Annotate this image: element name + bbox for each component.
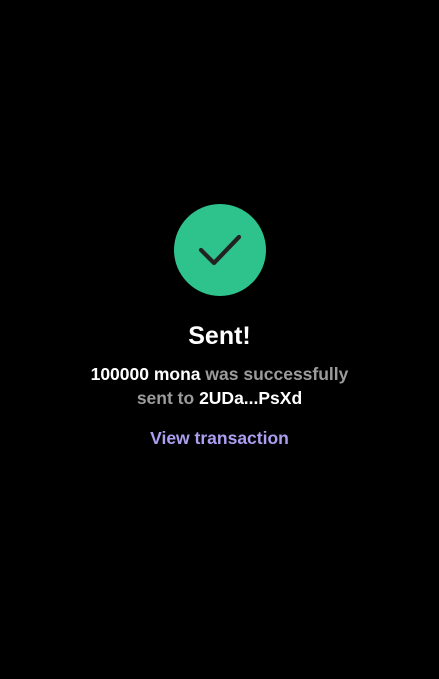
- message-text: was successfully: [200, 364, 349, 384]
- checkmark-icon: [198, 234, 242, 266]
- recipient-address: 2UDa...PsXd: [199, 388, 303, 408]
- success-message: 100000 mona was successfully sent to 2UD…: [0, 362, 439, 410]
- page-title: Sent!: [188, 322, 251, 350]
- success-badge: [174, 204, 266, 296]
- message-line-2: sent to 2UDa...PsXd: [0, 386, 439, 410]
- sent-to-text: sent to: [136, 388, 200, 408]
- view-transaction-link[interactable]: View transaction: [0, 426, 439, 450]
- send-success-screen: Sent! 100000 mona was successfully sent …: [0, 0, 439, 679]
- sent-amount: 100000 mona: [90, 364, 201, 384]
- message-line-1: 100000 mona was successfully: [0, 362, 439, 386]
